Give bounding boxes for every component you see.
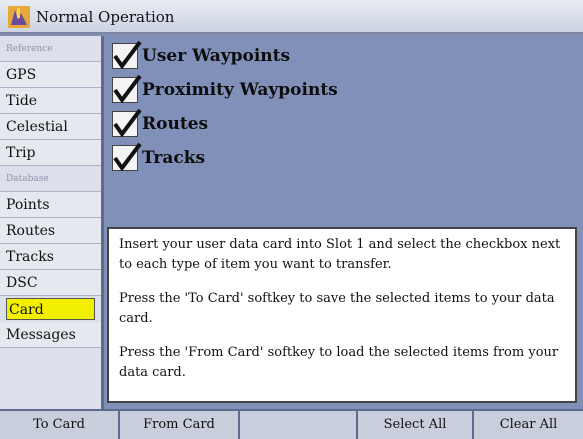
sidebar-header-database: Database (0, 166, 101, 192)
info-paragraph-3: Press the 'From Card' softkey to load th… (119, 345, 559, 380)
check-icon (113, 108, 142, 138)
checkbox-label: User Waypoints (142, 46, 291, 66)
sidebar-item-gps[interactable]: GPS (0, 62, 101, 88)
from-card-softkey[interactable]: From Card (120, 411, 240, 439)
normal-operation-icon (8, 6, 30, 28)
empty-softkey[interactable] (240, 411, 358, 439)
checkbox-tracks[interactable]: Tracks (112, 142, 206, 172)
checkbox-label: Tracks (142, 148, 206, 168)
checkbox-label: Proximity Waypoints (142, 80, 338, 100)
sidebar-item-celestial[interactable]: Celestial (0, 114, 101, 140)
window-title: Normal Operation (36, 8, 175, 26)
checkbox[interactable] (112, 108, 142, 138)
sidebar-item-tracks[interactable]: Tracks (0, 244, 101, 270)
sidebar-header-reference: Reference (0, 36, 101, 62)
title-bar: Normal Operation (0, 0, 583, 34)
sidebar-item-routes[interactable]: Routes (0, 218, 101, 244)
sidebar-item-tide[interactable]: Tide (0, 88, 101, 114)
sidebar-item-trip[interactable]: Trip (0, 140, 101, 166)
checkbox-label: Routes (142, 114, 209, 134)
sidebar: Reference GPS Tide Celestial Trip Databa… (0, 36, 104, 409)
checkbox-user-waypoints[interactable]: User Waypoints (112, 40, 291, 70)
main-panel: User Waypoints Proximity Waypoints Route… (104, 36, 583, 409)
info-paragraph-2: Press the 'To Card' softkey to save the … (119, 291, 555, 326)
sidebar-item-messages[interactable]: Messages (0, 322, 101, 348)
to-card-softkey[interactable]: To Card (0, 411, 120, 439)
check-icon (113, 142, 142, 172)
sidebar-item-card[interactable]: Card (6, 298, 95, 320)
info-text-box: Insert your user data card into Slot 1 a… (107, 227, 577, 403)
sidebar-item-points[interactable]: Points (0, 192, 101, 218)
checkbox[interactable] (112, 142, 142, 172)
check-icon (113, 40, 142, 70)
info-paragraph-1: Insert your user data card into Slot 1 a… (119, 237, 561, 272)
softkey-bar: To Card From Card Select All Clear All (0, 409, 583, 439)
checkbox-routes[interactable]: Routes (112, 108, 209, 138)
sidebar-item-dsc[interactable]: DSC (0, 270, 101, 296)
checkbox[interactable] (112, 40, 142, 70)
checkbox[interactable] (112, 74, 142, 104)
checkbox-proximity-waypoints[interactable]: Proximity Waypoints (112, 74, 338, 104)
clear-all-softkey[interactable]: Clear All (474, 411, 583, 439)
check-icon (113, 74, 142, 104)
select-all-softkey[interactable]: Select All (358, 411, 474, 439)
